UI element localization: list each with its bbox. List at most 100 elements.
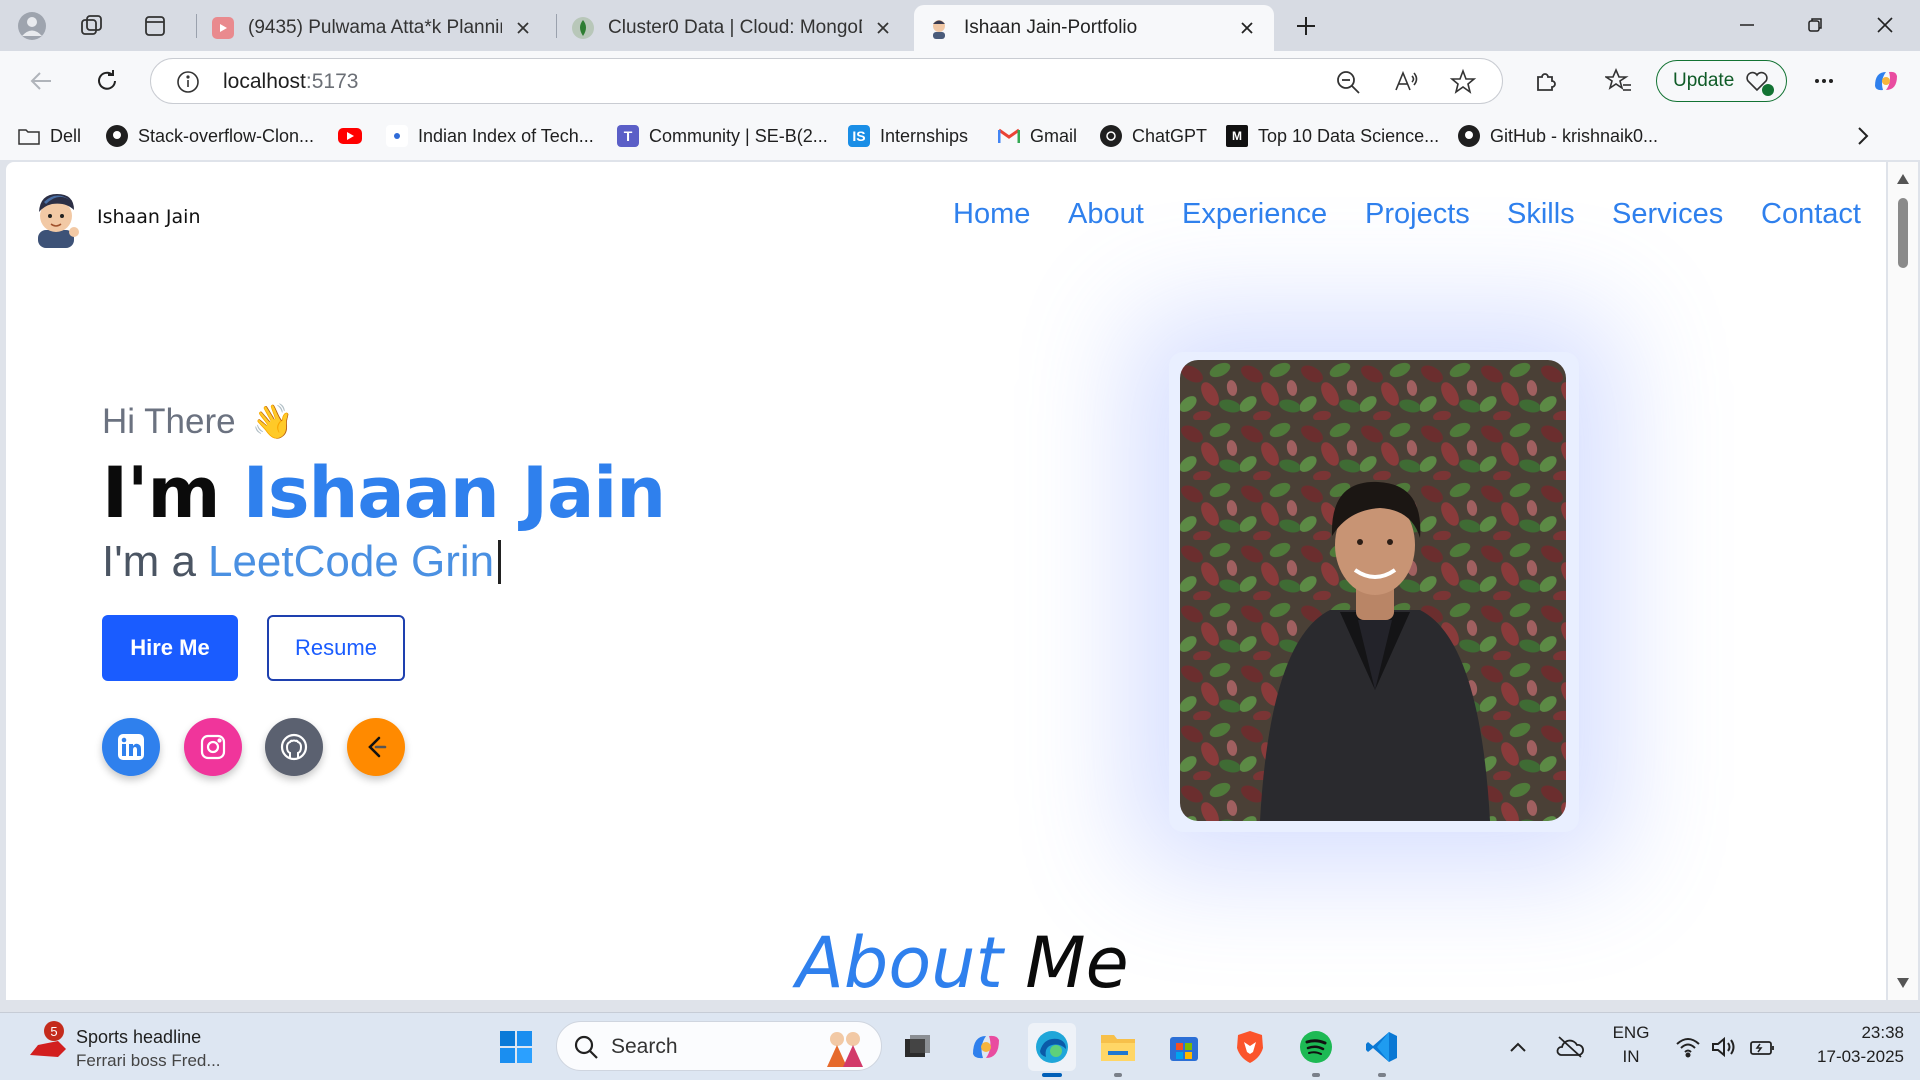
search-icon (574, 1035, 598, 1059)
extensions-icon[interactable] (1524, 60, 1566, 102)
onedrive-offline-icon[interactable] (1550, 1023, 1590, 1071)
close-tab-icon[interactable] (510, 15, 536, 41)
news-widget[interactable]: 5 Sports headline Ferrari boss Fred... (28, 1021, 258, 1073)
restore-icon[interactable] (1786, 6, 1844, 44)
favorite-dell[interactable]: Dell (18, 122, 81, 150)
close-tab-icon[interactable] (870, 15, 896, 41)
resume-button[interactable]: Resume (267, 615, 405, 681)
page-viewport: Ishaan Jain Home About Experience Projec… (6, 162, 1886, 1000)
workspaces-icon[interactable] (74, 8, 110, 44)
tab-mongodb[interactable]: Cluster0 Data | Cloud: MongoDB C (558, 5, 910, 51)
windows-taskbar: 5 Sports headline Ferrari boss Fred... S… (0, 1012, 1920, 1080)
new-tab-icon[interactable] (1288, 8, 1324, 44)
running-app-indicator (1378, 1073, 1386, 1077)
favorites-overflow-chevron-icon[interactable] (1856, 122, 1870, 150)
copilot-icon[interactable] (1865, 60, 1907, 102)
tab-title: Ishaan Jain-Portfolio (964, 17, 1138, 38)
read-aloud-icon[interactable] (1392, 68, 1420, 96)
instagram-icon[interactable] (184, 718, 242, 776)
tab-title: (9435) Pulwama Atta*k Planning - (248, 17, 502, 38)
favorite-top10-datascience[interactable]: M Top 10 Data Science... (1226, 122, 1439, 150)
task-view-icon[interactable] (893, 1023, 941, 1071)
hire-me-button[interactable]: Hire Me (102, 615, 238, 681)
favorite-gmail[interactable]: Gmail (998, 122, 1077, 150)
minimize-icon[interactable] (1718, 6, 1776, 44)
hero-greeting: Hi There 👋 (102, 402, 294, 442)
news-subtitle: Ferrari boss Fred... (76, 1051, 221, 1070)
microsoft-store-icon[interactable] (1160, 1023, 1208, 1071)
edge-browser-icon[interactable] (1028, 1023, 1076, 1077)
language-top[interactable]: ENG (1604, 1023, 1658, 1043)
browser-tab-strip: (9435) Pulwama Atta*k Planning - Cluster… (0, 0, 1920, 51)
tab-actions-icon[interactable] (137, 8, 173, 44)
file-explorer-icon[interactable] (1094, 1023, 1142, 1077)
github-icon[interactable] (265, 718, 323, 776)
waving-hand-icon: 👋 (251, 403, 294, 441)
volume-icon[interactable] (1706, 1023, 1742, 1071)
start-windows-icon[interactable] (492, 1023, 540, 1071)
more-menu-icon[interactable] (1803, 60, 1845, 102)
browser-toolbar: localhost:5173 Update (0, 51, 1920, 110)
nav-about[interactable]: About (1068, 198, 1144, 231)
battery-icon[interactable] (1742, 1023, 1780, 1071)
nav-skills[interactable]: Skills (1507, 198, 1575, 231)
brave-browser-icon[interactable] (1226, 1023, 1274, 1071)
chatgpt-icon (1100, 125, 1122, 147)
site-brand-name[interactable]: Ishaan Jain (97, 206, 200, 228)
zoom-icon[interactable] (1334, 68, 1362, 96)
vscode-icon[interactable] (1358, 1023, 1406, 1077)
back-icon[interactable] (20, 60, 62, 102)
favorite-star-icon[interactable] (1449, 68, 1477, 96)
tab-title: Cluster0 Data | Cloud: MongoDB C (608, 17, 862, 38)
scroll-down-arrow-icon[interactable] (1897, 978, 1909, 988)
refresh-icon[interactable] (86, 60, 128, 102)
nav-contact[interactable]: Contact (1761, 198, 1861, 231)
favorites-icon[interactable] (1598, 60, 1640, 102)
favorite-indian-index[interactable]: Indian Index of Tech... (386, 122, 594, 150)
close-tab-icon[interactable] (1234, 15, 1260, 41)
portfolio-avatar-icon (928, 17, 950, 39)
favorite-internships[interactable]: IS Internships (848, 122, 968, 150)
copilot-taskbar-icon[interactable] (962, 1023, 1010, 1071)
favorite-chatgpt[interactable]: ChatGPT (1100, 122, 1207, 150)
clock-date[interactable]: 17-03-2025 (1790, 1047, 1904, 1067)
nav-experience[interactable]: Experience (1182, 198, 1327, 231)
show-hidden-icons-chevron-icon[interactable] (1502, 1023, 1534, 1071)
news-title: Sports headline (76, 1027, 202, 1047)
tab-portfolio[interactable]: Ishaan Jain-Portfolio (914, 5, 1274, 51)
favorite-community[interactable]: T Community | SE-B(2... (617, 122, 828, 150)
update-button[interactable]: Update (1656, 60, 1787, 102)
profile-icon[interactable] (14, 8, 50, 44)
site-info-icon[interactable] (175, 69, 201, 95)
update-heart-icon (1744, 68, 1775, 96)
scrollbar-thumb[interactable] (1898, 198, 1908, 268)
favorite-youtube[interactable] (338, 122, 372, 150)
favorite-stackoverflow-clone[interactable]: Stack-overflow-Clon... (106, 122, 314, 150)
news-badge: 5 (44, 1021, 64, 1041)
nav-home[interactable]: Home (953, 198, 1030, 231)
tab-youtube[interactable]: (9435) Pulwama Atta*k Planning - (198, 5, 550, 51)
tab-separator (556, 14, 557, 38)
page-scrollbar[interactable] (1888, 162, 1918, 1000)
language-bottom[interactable]: IN (1604, 1047, 1658, 1067)
typing-caret (498, 540, 502, 584)
favorite-label: Stack-overflow-Clon... (138, 125, 315, 146)
url-text: localhost:5173 (223, 70, 358, 94)
clock-time[interactable]: 23:38 (1790, 1023, 1904, 1043)
nav-projects[interactable]: Projects (1365, 198, 1470, 231)
scroll-up-arrow-icon[interactable] (1897, 174, 1909, 184)
leetcode-icon[interactable] (347, 718, 405, 776)
site-logo-avatar[interactable] (30, 186, 82, 248)
search-label: Search (611, 1035, 678, 1058)
spotify-icon[interactable] (1292, 1023, 1340, 1077)
wifi-icon[interactable] (1670, 1023, 1706, 1071)
linkedin-icon[interactable] (102, 718, 160, 776)
hero-im-text: I'm (102, 452, 220, 534)
taskbar-search[interactable]: Search (556, 1021, 882, 1071)
address-bar[interactable]: localhost:5173 (150, 58, 1503, 104)
favorite-label: GitHub - krishnaik0... (1490, 125, 1659, 146)
favorite-github-krishnaik[interactable]: GitHub - krishnaik0... (1458, 122, 1658, 150)
nav-services[interactable]: Services (1612, 198, 1723, 231)
favorites-bar: Dell Stack-overflow-Clon... Indian Index… (0, 110, 1920, 160)
close-window-icon[interactable] (1856, 6, 1914, 44)
